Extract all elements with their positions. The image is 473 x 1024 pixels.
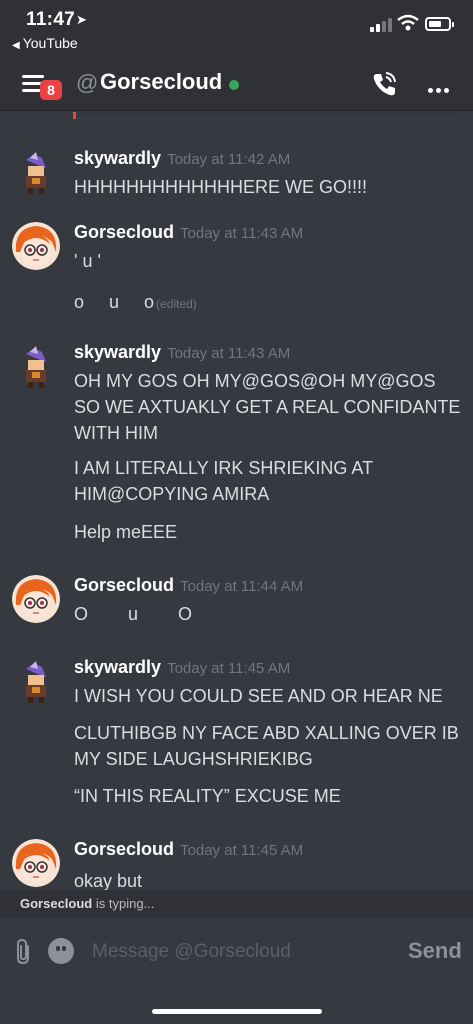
skywardly-avatar[interactable] <box>12 657 60 705</box>
message-text-edited: o u o (edited) <box>74 289 464 317</box>
author-name: Gorsecloud <box>74 575 175 595</box>
message-input[interactable] <box>90 936 394 968</box>
message-timestamp: Today at 11:42 AM <box>167 151 291 168</box>
back-app-label: YouTube <box>22 35 78 51</box>
author-name: skywardly <box>74 342 162 362</box>
status-bar: 11:47 ➤ ◀ YouTube <box>0 0 473 58</box>
back-to-app-link[interactable]: ◀ YouTube <box>12 35 78 51</box>
message-author[interactable]: Gorsecloud Today at 11:44 AM <box>74 575 303 596</box>
message-author[interactable]: Gorsecloud Today at 11:45 AM <box>74 839 303 860</box>
message-text: o u o <box>74 292 155 312</box>
channel-name[interactable]: Gorsecloud <box>100 69 222 95</box>
message-list[interactable]: skywardly Today at 11:42 AM HHHHHHHHHHHHH… <box>0 120 473 890</box>
message-author[interactable]: skywardly Today at 11:45 AM <box>74 657 290 678</box>
status-time: 11:47 <box>26 9 76 30</box>
message-timestamp: Today at 11:44 AM <box>180 578 304 595</box>
message-text: Help meEEE <box>74 522 178 542</box>
typing-user: Gorsecloud <box>20 896 93 911</box>
message-timestamp: Today at 11:45 AM <box>180 842 304 859</box>
author-name: skywardly <box>74 148 162 168</box>
emoji-icon[interactable] <box>48 938 74 964</box>
author-name: Gorsecloud <box>74 839 175 859</box>
gorsecloud-avatar[interactable] <box>12 839 60 887</box>
message-text: “IN THIS REALITY” EXCUSE ME <box>74 786 341 806</box>
message-text: I WISH YOU COULD SEE AND OR HEAR NE <box>74 686 443 706</box>
author-name: Gorsecloud <box>74 222 175 242</box>
send-button[interactable]: Send <box>408 938 462 964</box>
divider <box>76 118 456 119</box>
at-symbol: @ <box>76 70 99 95</box>
back-triangle-icon: ◀ <box>12 40 20 51</box>
message-author[interactable]: skywardly Today at 11:43 AM <box>74 342 290 363</box>
unread-badge: 8 <box>40 80 62 100</box>
message-timestamp: Today at 11:43 AM <box>167 345 291 362</box>
message-text: I AM LITERALLY IRK SHRIEKING AT HIM@COPY… <box>74 458 373 504</box>
online-status-icon <box>229 80 239 90</box>
author-name: skywardly <box>74 657 162 677</box>
call-icon[interactable] <box>370 70 398 98</box>
skywardly-avatar[interactable] <box>12 342 60 390</box>
message-text: O u O <box>74 604 193 624</box>
wifi-icon <box>397 14 419 31</box>
channel-header: 8 @ Gorsecloud <box>0 58 473 110</box>
message-author[interactable]: Gorsecloud Today at 11:43 AM <box>74 222 303 243</box>
message-text: ' u ' <box>74 251 101 271</box>
message-text: okay but <box>74 871 143 890</box>
location-arrow-icon: ➤ <box>76 12 87 27</box>
home-indicator[interactable] <box>152 1009 322 1014</box>
message-text: CLUTHIBGB NY FACE ABD XALLING OVER IB MY… <box>74 723 459 769</box>
gorsecloud-avatar[interactable] <box>12 222 60 270</box>
cellular-signal-icon <box>370 18 392 32</box>
edited-label: (edited) <box>156 297 197 311</box>
typing-indicator: Gorsecloud is typing... <box>0 890 473 918</box>
skywardly-avatar[interactable] <box>12 148 60 196</box>
message-timestamp: Today at 11:45 AM <box>167 660 291 677</box>
gorsecloud-avatar[interactable] <box>12 575 60 623</box>
typing-text: is typing... <box>95 896 155 911</box>
message-text: HHHHHHHHHHHHHERE WE GO!!!! <box>74 177 368 197</box>
message-text: OH MY GOS OH MY@GOS@OH MY@GOS SO WE AXTU… <box>74 371 461 443</box>
more-options-icon[interactable] <box>428 80 452 98</box>
message-composer: Send <box>0 918 473 1024</box>
message-timestamp: Today at 11:43 AM <box>180 225 304 242</box>
battery-icon <box>425 17 454 31</box>
attach-icon[interactable] <box>14 938 34 966</box>
message-author[interactable]: skywardly Today at 11:42 AM <box>74 148 290 169</box>
